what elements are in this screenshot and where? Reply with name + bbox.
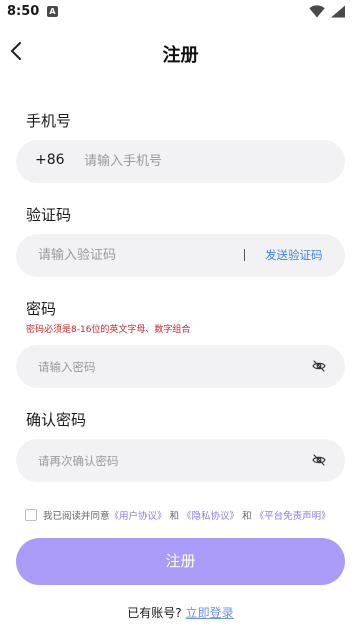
- phone-input[interactable]: [82, 140, 326, 183]
- password-field: [16, 345, 345, 388]
- status-time: 8:50: [7, 4, 40, 19]
- agreement-checkbox[interactable]: [25, 509, 37, 521]
- login-prompt: 已有账号? 立即登录: [0, 604, 361, 621]
- eye-off-icon[interactable]: [312, 360, 326, 372]
- code-label: 验证码: [26, 206, 72, 224]
- password-input[interactable]: [36, 345, 300, 388]
- privacy-agreement-link[interactable]: 《隐私协议》: [182, 508, 239, 522]
- code-divider: [244, 249, 245, 261]
- agreement-prefix: 我已阅读并同意: [43, 511, 110, 522]
- phone-field: +86: [16, 140, 345, 183]
- code-input[interactable]: [36, 234, 240, 277]
- country-code[interactable]: +86: [35, 152, 65, 168]
- page-title: 注册: [162, 45, 199, 66]
- agreement-row: 我已阅读并同意 《用户协议》 和 《隐私协议》 和 《平台免责声明》: [25, 507, 331, 523]
- disclaimer-link[interactable]: 《平台免责声明》: [255, 508, 331, 522]
- agreement-and: 和: [242, 511, 252, 522]
- confirm-password-field: [16, 439, 345, 482]
- code-field: 发送验证码: [16, 234, 345, 277]
- login-prompt-text: 已有账号?: [127, 606, 182, 620]
- agreement-and: 和: [169, 511, 180, 522]
- send-code-button[interactable]: 发送验证码: [265, 247, 323, 263]
- battery-icon: [331, 5, 345, 18]
- password-label: 密码: [26, 300, 57, 318]
- user-agreement-link[interactable]: 《用户协议》: [110, 508, 167, 522]
- wifi-icon: [309, 5, 325, 18]
- status-bar: 8:50 A: [0, 0, 361, 24]
- register-button[interactable]: 注册: [16, 538, 345, 585]
- eye-off-icon[interactable]: [312, 454, 326, 466]
- confirm-password-input[interactable]: [36, 439, 300, 482]
- confirm-password-label: 确认密码: [26, 411, 87, 429]
- login-link[interactable]: 立即登录: [186, 606, 234, 620]
- phone-label: 手机号: [26, 112, 72, 130]
- password-hint: 密码必须是8-16位的英文字母、数字组合: [26, 325, 191, 335]
- register-page: 8:50 A 注册 手机号 +86 验证码 发送验证码 密码 密码必须是8-16…: [0, 0, 361, 643]
- notification-badge: A: [47, 6, 58, 17]
